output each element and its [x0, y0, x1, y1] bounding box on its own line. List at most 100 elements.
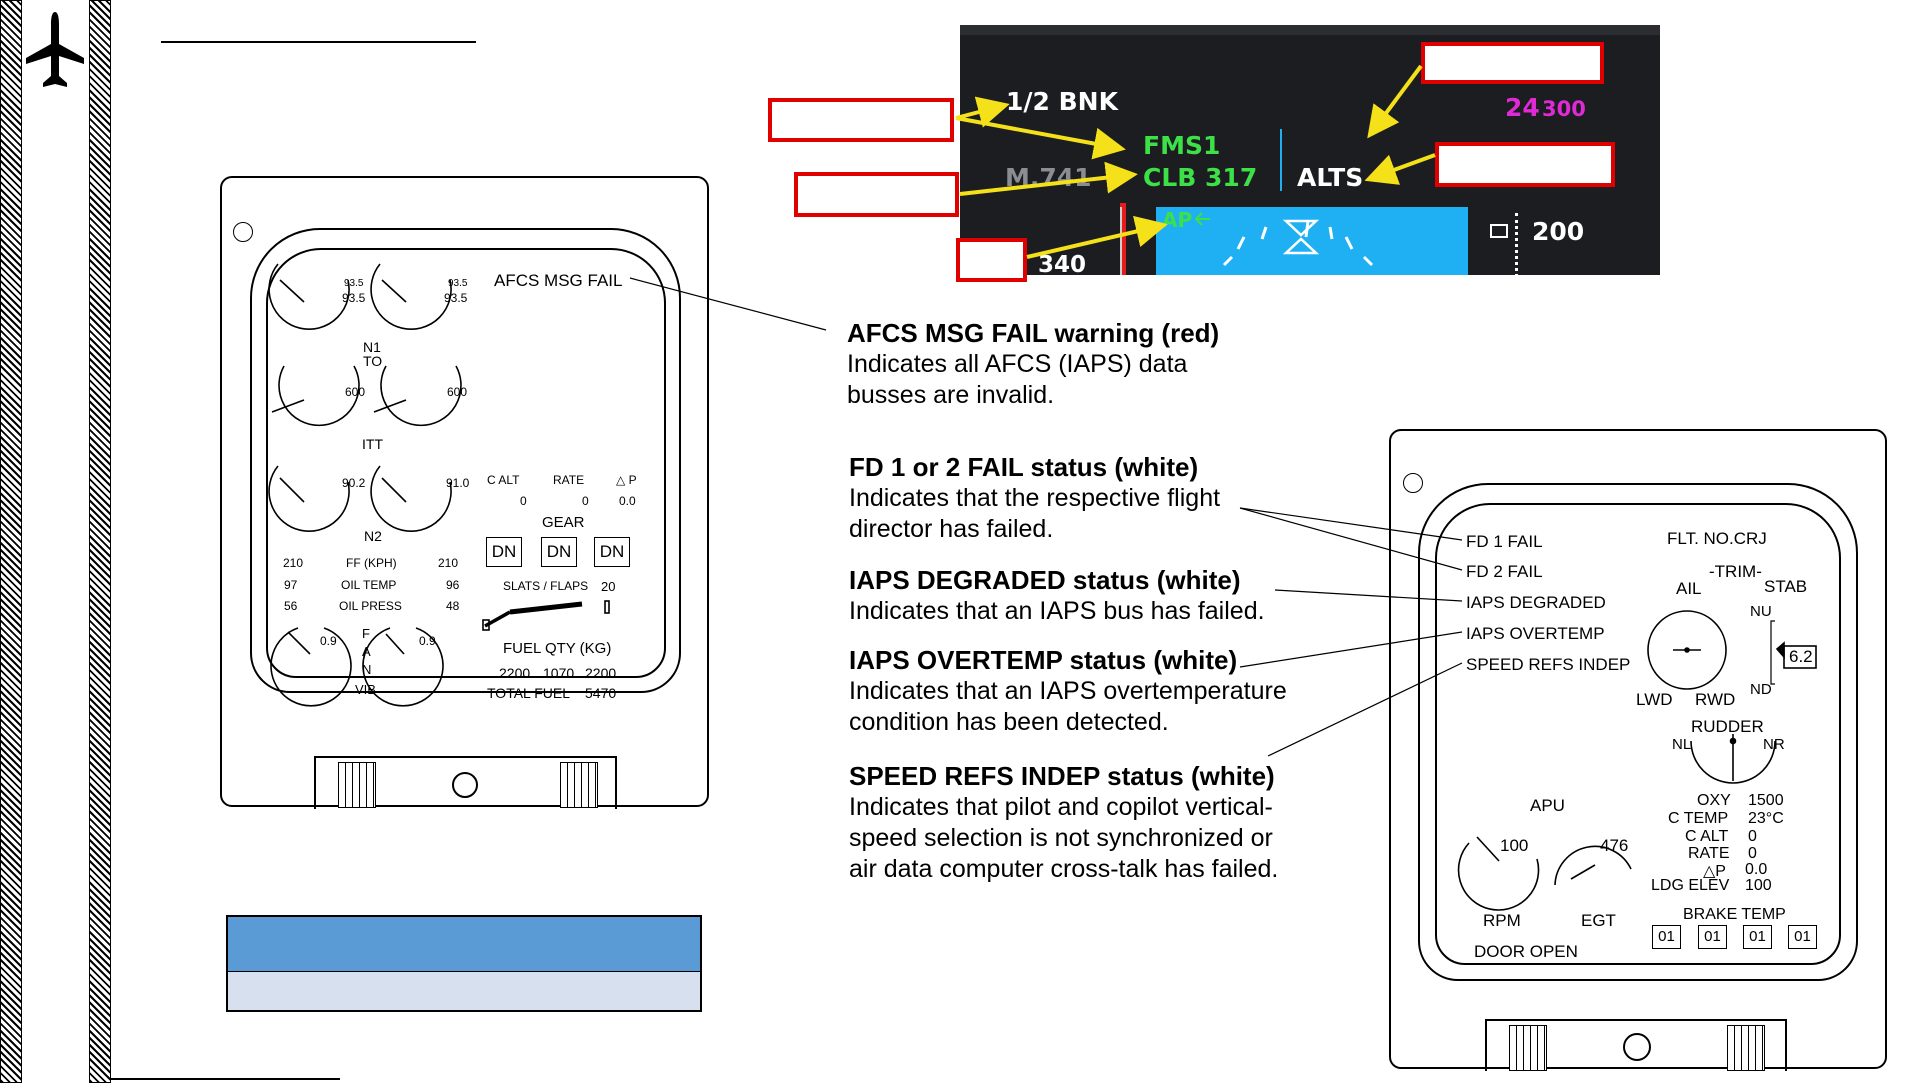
cabin-rate-label: RATE	[553, 473, 585, 487]
ff-left-value: 210	[283, 556, 304, 570]
fd1-fail-message: FD 1 FAIL	[1466, 532, 1543, 551]
cabin-rate-value: 0	[582, 494, 589, 508]
rudder-nr-label: NR	[1763, 736, 1785, 753]
stab-label: STAB	[1764, 577, 1808, 596]
total-fuel-value: 5470	[585, 685, 617, 701]
trim-label: -TRIM-	[1709, 562, 1762, 581]
apu-rpm-value: 100	[1500, 836, 1529, 855]
desc-title: SPEED REFS INDEP status (white)	[849, 761, 1275, 791]
desc-line: busses are invalid.	[847, 381, 1055, 409]
brake-temp-1: 01	[1652, 925, 1681, 949]
slats-flaps-value: 20	[601, 579, 616, 594]
oil-temp-left-value: 97	[284, 578, 298, 592]
oxy-label: OXY	[1697, 792, 1731, 809]
eicas-right-gauges	[1457, 610, 1817, 911]
desc-line: Indicates all AFCS (IAPS) data	[847, 350, 1188, 378]
oil-press-label: OIL PRESS	[339, 599, 402, 613]
cabin-temp-value: 23°C	[1748, 810, 1784, 827]
fan-letter-a: A	[362, 644, 371, 659]
cabin-dp-value: 0.0	[619, 494, 636, 508]
oxy-value: 1500	[1748, 792, 1784, 809]
stab-trim-value: 6.2	[1789, 647, 1813, 666]
desc-iaps-degraded: IAPS DEGRADED status (white) Indicates t…	[849, 565, 1265, 627]
vib-label: VIB	[355, 682, 376, 697]
rudder-nl-label: NL	[1672, 736, 1692, 753]
n1-right-a: 93.5	[448, 278, 468, 289]
oil-press-left-value: 56	[284, 599, 298, 613]
brake-temp-4: 01	[1788, 925, 1817, 949]
apu-rpm-label: RPM	[1483, 911, 1521, 930]
gear-left-indicator: DN	[486, 537, 522, 567]
desc-title: IAPS DEGRADED status (white)	[849, 565, 1241, 595]
nose-down-label: ND	[1750, 681, 1772, 698]
brake-temp-label: BRAKE TEMP	[1683, 906, 1786, 923]
itt-right-value: 600	[447, 385, 468, 399]
legend-table-header	[226, 915, 702, 973]
desc-fd-fail: FD 1 or 2 FAIL status (white) Indicates …	[849, 452, 1220, 545]
oil-press-right-value: 48	[446, 599, 460, 613]
desc-title: AFCS MSG FAIL warning (red)	[847, 318, 1220, 348]
apu-label: APU	[1530, 796, 1565, 815]
aileron-label: AIL	[1676, 579, 1702, 598]
ff-label: FF (KPH)	[346, 556, 397, 570]
fan-vib-right-value: 0.9	[419, 634, 436, 648]
iaps-degraded-message: IAPS DEGRADED	[1466, 593, 1606, 612]
apu-egt-value: 476	[1600, 836, 1629, 855]
total-fuel-label: TOTAL FUEL	[487, 685, 570, 701]
apu-egt-label: EGT	[1581, 911, 1616, 930]
n1-left-b: 93.5	[342, 291, 366, 305]
oil-temp-label: OIL TEMP	[341, 578, 397, 592]
desc-line: speed selection is not synchronized or	[849, 824, 1273, 852]
n1-left-a: 93.5	[344, 278, 364, 289]
desc-line: air data computer cross-talk has failed.	[849, 855, 1279, 883]
lwd-label: LWD	[1636, 690, 1673, 709]
n2-label: N2	[364, 528, 382, 544]
speed-refs-indep-message: SPEED REFS INDEP	[1466, 655, 1631, 674]
cabin-alt-label: C ALT	[487, 473, 520, 487]
n2-left-value: 90.2	[342, 476, 366, 490]
desc-title: IAPS OVERTEMP status (white)	[849, 645, 1238, 675]
afcs-msg-fail-message: AFCS MSG FAIL	[494, 271, 623, 290]
iaps-overtemp-message: IAPS OVERTEMP	[1466, 624, 1605, 643]
n1-right-b: 93.5	[444, 291, 468, 305]
slats-flaps-label: SLATS / FLAPS	[503, 579, 589, 593]
fan-letter-n: N	[362, 662, 372, 677]
fan-vib-left-value: 0.9	[320, 634, 337, 648]
cabin-alt-value: 0	[520, 494, 527, 508]
landing-elev-value: 100	[1745, 877, 1772, 894]
n2-right-value: 91.0	[446, 476, 470, 490]
rudder-label: RUDDER	[1691, 717, 1764, 736]
cabin-alt-label: C ALT	[1685, 828, 1729, 845]
desc-line: condition has been detected.	[849, 708, 1169, 736]
fuel-qty-label: FUEL QTY (KG)	[503, 640, 612, 657]
brake-temp-2: 01	[1698, 925, 1727, 949]
nose-up-label: NU	[1750, 603, 1772, 620]
gear-label: GEAR	[542, 514, 585, 531]
flight-number: FLT. NO.CRJ	[1667, 529, 1767, 548]
desc-line: Indicates that an IAPS bus has failed.	[849, 597, 1265, 625]
desc-line: Indicates that the respective flight	[849, 484, 1221, 512]
cabin-temp-label: C TEMP	[1668, 810, 1729, 827]
itt-left-value: 600	[345, 385, 366, 399]
desc-iaps-overtemp: IAPS OVERTEMP status (white) Indicates t…	[849, 645, 1287, 738]
gear-right-indicator: DN	[594, 537, 630, 567]
door-open-status: DOOR OPEN	[1474, 942, 1578, 961]
landing-elev-label: LDG ELEV	[1651, 877, 1730, 894]
cabin-dp-label: △ P	[616, 473, 637, 487]
desc-line: Indicates that an IAPS overtemperature	[849, 677, 1287, 705]
eicas-left-gauges	[268, 263, 610, 707]
desc-line: director has failed.	[849, 515, 1054, 543]
oil-temp-right-value: 96	[446, 578, 460, 592]
fan-letter-f: F	[362, 626, 370, 641]
fuel-left-value: 2200	[499, 665, 531, 681]
gear-nose-indicator: DN	[541, 537, 577, 567]
fuel-center-value: 1070	[543, 665, 575, 681]
legend-table-row	[226, 972, 702, 1012]
fuel-right-value: 2200	[585, 665, 617, 681]
desc-title: FD 1 or 2 FAIL status (white)	[849, 452, 1199, 482]
fd2-fail-message: FD 2 FAIL	[1466, 562, 1543, 581]
brake-temp-3: 01	[1743, 925, 1772, 949]
desc-line: Indicates that pilot and copilot vertica…	[849, 793, 1273, 821]
desc-afcs-msg-fail: AFCS MSG FAIL warning (red) Indicates al…	[847, 318, 1219, 411]
cabin-alt-value: 0	[1748, 828, 1757, 845]
